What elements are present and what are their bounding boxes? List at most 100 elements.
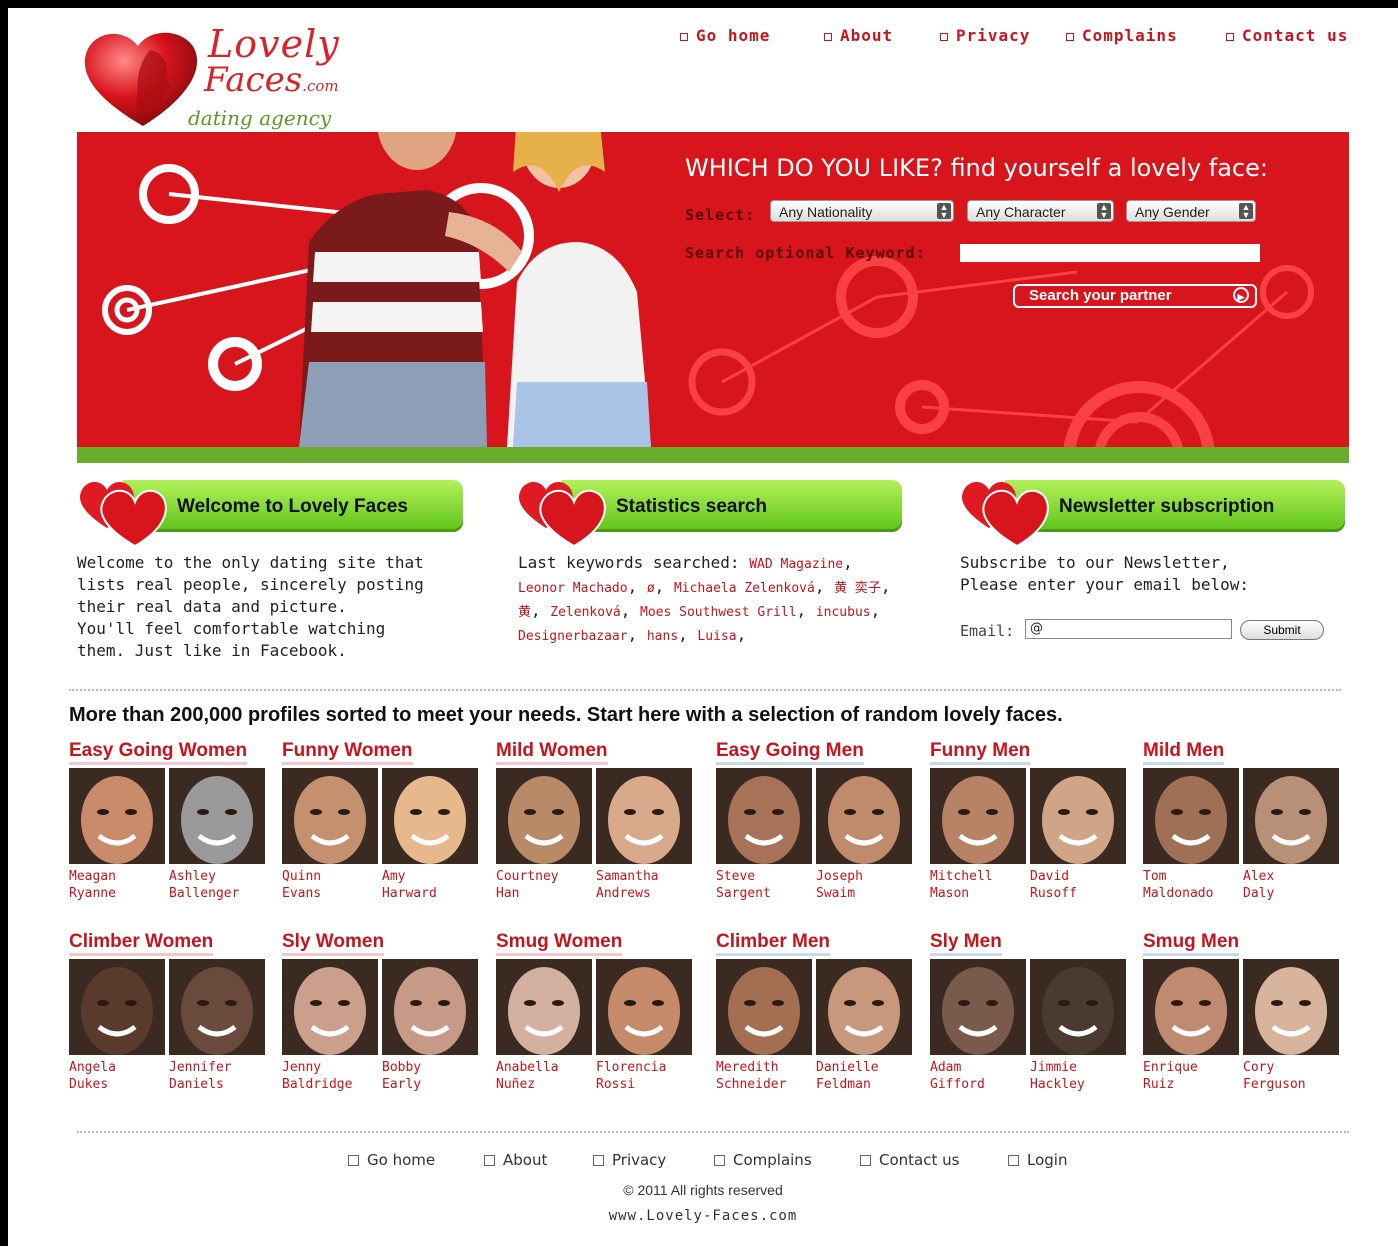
category-title-link[interactable]: Easy Going Women bbox=[69, 740, 248, 765]
gender-select[interactable]: Any Gender ▲ ▼ bbox=[1126, 200, 1256, 222]
footer-privacy[interactable]: Privacy bbox=[593, 1151, 666, 1169]
profile-name-link[interactable]: Joseph Swaim bbox=[816, 868, 914, 902]
select-arrows-icon: ▲ ▼ bbox=[1097, 203, 1111, 220]
site-url: www.Lovely-Faces.com bbox=[608, 1208, 798, 1224]
category-title-link[interactable]: Sly Men bbox=[930, 931, 1002, 956]
profile-name-link[interactable]: Cory Ferguson bbox=[1243, 1059, 1341, 1093]
keyword-link[interactable]: hans bbox=[647, 629, 678, 644]
profile-name-link[interactable]: Amy Harward bbox=[382, 868, 480, 902]
nav-privacy[interactable]: Privacy bbox=[940, 26, 1030, 45]
profile-name-link[interactable]: Angela Dukes bbox=[69, 1059, 167, 1093]
profile-photo[interactable] bbox=[1143, 959, 1239, 1055]
profile-photo[interactable] bbox=[1030, 959, 1126, 1055]
profile-name-link[interactable]: Anabella Nuñez bbox=[496, 1059, 594, 1093]
category-title-link[interactable]: Mild Men bbox=[1143, 740, 1225, 765]
keyword-link[interactable]: Zelenková bbox=[550, 605, 620, 620]
profile-photo[interactable] bbox=[930, 768, 1026, 864]
nav-contact-us[interactable]: Contact us bbox=[1226, 26, 1348, 45]
profile-name-link[interactable]: Enrique Ruiz bbox=[1143, 1059, 1241, 1093]
divider bbox=[77, 1131, 1349, 1133]
profile-photo[interactable] bbox=[1030, 768, 1126, 864]
category-title-link[interactable]: Funny Men bbox=[930, 740, 1031, 765]
profile-name-link[interactable]: David Rusoff bbox=[1030, 868, 1128, 902]
face-photo-icon bbox=[596, 959, 692, 1055]
keyword-link[interactable]: incubus bbox=[816, 605, 871, 620]
profile-name-link[interactable]: Adam Gifford bbox=[930, 1059, 1028, 1093]
search-partner-button[interactable]: Search your partner ▶ bbox=[1013, 284, 1257, 308]
footer-about[interactable]: About bbox=[484, 1151, 547, 1169]
profile-photo[interactable] bbox=[1143, 768, 1239, 864]
submit-button[interactable]: Submit bbox=[1240, 620, 1324, 640]
profile-photo[interactable] bbox=[69, 768, 165, 864]
nav-about[interactable]: About bbox=[824, 26, 893, 45]
profile-name-link[interactable]: Bobby Early bbox=[382, 1059, 480, 1093]
profile-name-link[interactable]: Quinn Evans bbox=[282, 868, 380, 902]
profile-name-link[interactable]: Samantha Andrews bbox=[596, 868, 694, 902]
profile-photo[interactable] bbox=[596, 768, 692, 864]
keyword-link[interactable]: Leonor Machado bbox=[518, 581, 628, 596]
profile-name-link[interactable]: Jennifer Daniels bbox=[169, 1059, 267, 1093]
profile-photo[interactable] bbox=[382, 768, 478, 864]
profile-name-link[interactable]: Mitchell Mason bbox=[930, 868, 1028, 902]
site-logo[interactable]: Lovely Faces.com dating agency bbox=[78, 18, 378, 138]
page: Lovely Faces.com dating agency Go home A… bbox=[8, 8, 1398, 1246]
profile-photo[interactable] bbox=[169, 768, 265, 864]
profile-name-link[interactable]: Steve Sargent bbox=[716, 868, 814, 902]
category-title-link[interactable]: Climber Men bbox=[716, 931, 831, 956]
category-title-link[interactable]: Easy Going Men bbox=[716, 740, 864, 765]
keyword-link[interactable]: Michaela Zelenková bbox=[674, 581, 815, 596]
profile-photo[interactable] bbox=[596, 959, 692, 1055]
profile-name-link[interactable]: Danielle Feldman bbox=[816, 1059, 914, 1093]
footer-login[interactable]: Login bbox=[1008, 1151, 1067, 1169]
profile-name-link[interactable]: Alex Daly bbox=[1243, 868, 1341, 902]
profile-photo[interactable] bbox=[496, 768, 592, 864]
profile-photo[interactable] bbox=[282, 768, 378, 864]
profile-name-link[interactable]: Tom Maldonado bbox=[1143, 868, 1241, 902]
welcome-line: You'll feel comfortable watching bbox=[77, 619, 386, 638]
profile-photo[interactable] bbox=[496, 959, 592, 1055]
keyword-link[interactable]: 黄 奕子 bbox=[834, 581, 881, 596]
profile-photo[interactable] bbox=[1243, 768, 1339, 864]
footer-go-home[interactable]: Go home bbox=[348, 1151, 435, 1169]
profile-photo[interactable] bbox=[69, 959, 165, 1055]
nav-complains[interactable]: Complains bbox=[1066, 26, 1178, 45]
profile-name-link[interactable]: Meredith Schneider bbox=[716, 1059, 814, 1093]
email-input[interactable]: @ bbox=[1025, 619, 1232, 639]
profile-photo[interactable] bbox=[169, 959, 265, 1055]
keyword-link[interactable]: ø bbox=[647, 581, 655, 596]
profile-photo[interactable] bbox=[382, 959, 478, 1055]
profile-photo[interactable] bbox=[716, 959, 812, 1055]
keyword-link[interactable]: Luisa bbox=[697, 629, 736, 644]
category-title-link[interactable]: Sly Women bbox=[282, 931, 385, 956]
profile-photo[interactable] bbox=[930, 959, 1026, 1055]
keyword-input[interactable] bbox=[960, 244, 1260, 262]
face-photo-icon bbox=[382, 768, 478, 864]
category-title-link[interactable]: Smug Men bbox=[1143, 931, 1240, 956]
profile-name-link[interactable]: Jimmie Hackley bbox=[1030, 1059, 1128, 1093]
character-select[interactable]: Any Character ▲ ▼ bbox=[967, 200, 1114, 222]
category-title-link[interactable]: Smug Women bbox=[496, 931, 623, 956]
profile-name-link[interactable]: Florencia Rossi bbox=[596, 1059, 694, 1093]
profile-photo[interactable] bbox=[716, 768, 812, 864]
keyword-link[interactable]: 黄 bbox=[518, 605, 531, 620]
profile-photo[interactable] bbox=[282, 959, 378, 1055]
category-title-link[interactable]: Funny Women bbox=[282, 740, 413, 765]
keyword-link[interactable]: WAD Magazine bbox=[749, 557, 843, 572]
profile-name-link[interactable]: Ashley Ballenger bbox=[169, 868, 267, 902]
profile-photo[interactable] bbox=[1243, 959, 1339, 1055]
keyword-link[interactable]: Moes Southwest Grill bbox=[640, 605, 797, 620]
profile-photo[interactable] bbox=[816, 768, 912, 864]
category-title-link[interactable]: Climber Women bbox=[69, 931, 214, 956]
nationality-select[interactable]: Any Nationality ▲ ▼ bbox=[770, 200, 954, 222]
profile-name-link[interactable]: Jenny Baldridge bbox=[282, 1059, 380, 1093]
profile-name-link[interactable]: Meagan Ryanne bbox=[69, 868, 167, 902]
nav-go-home[interactable]: Go home bbox=[680, 26, 770, 45]
footer-contact-us[interactable]: Contact us bbox=[860, 1151, 959, 1169]
profile-photo[interactable] bbox=[816, 959, 912, 1055]
keyword-link[interactable]: Designerbazaar bbox=[518, 629, 628, 644]
newsletter-line: Subscribe to our Newsletter, bbox=[960, 553, 1230, 572]
newsletter-title: Newsletter subscription bbox=[1059, 496, 1275, 517]
category-title-link[interactable]: Mild Women bbox=[496, 740, 608, 765]
footer-complains[interactable]: Complains bbox=[714, 1151, 812, 1169]
profile-name-link[interactable]: Courtney Han bbox=[496, 868, 594, 902]
